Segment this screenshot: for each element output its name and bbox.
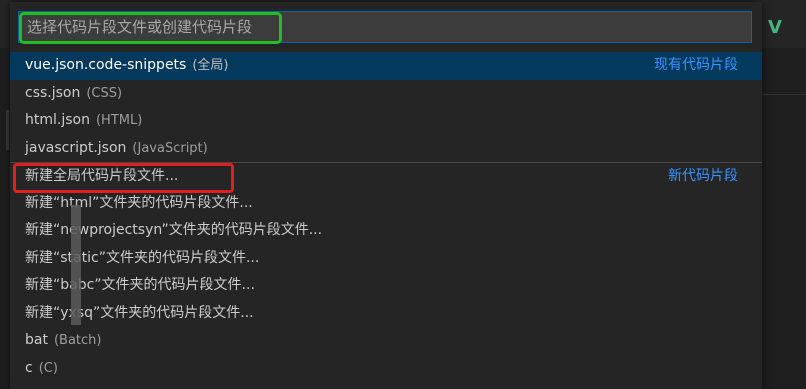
snippet-item-existing[interactable]: vue.json.code-snippets (全局) 现有代码片段 <box>10 52 762 80</box>
snippet-item-language[interactable]: bat (Batch) <box>10 327 762 355</box>
item-description: (Batch) <box>53 333 102 348</box>
vue-logo-icon: V <box>768 17 782 38</box>
snippet-item-new-folder[interactable]: 新建“babc”文件夹的代码片段文件... <box>10 272 762 300</box>
snippet-item-existing[interactable]: html.json (HTML) <box>10 107 762 135</box>
quick-pick-widget: vue.json.code-snippets (全局) 现有代码片段 css.js… <box>10 2 762 389</box>
quick-pick-input[interactable] <box>19 12 751 42</box>
item-label: 新建“yxsq”文件夹的代码片段文件... <box>25 304 254 321</box>
item-label: 新建“newprojectsyn”文件夹的代码片段文件... <box>25 222 323 238</box>
snippet-item-new-folder[interactable]: 新建“static”文件夹的代码片段文件... <box>10 245 762 273</box>
item-label: 新建“babc”文件夹的代码片段文件... <box>25 277 255 293</box>
snippet-item-existing[interactable]: css.json (CSS) <box>10 80 762 108</box>
list-scrollbar[interactable] <box>71 205 81 325</box>
snippet-item-new-folder[interactable]: 新建“yxsq”文件夹的代码片段文件... <box>10 300 762 328</box>
item-description: (JavaScript) <box>132 140 208 156</box>
item-label: javascript.json <box>25 139 127 156</box>
quick-pick-list: vue.json.code-snippets (全局) 现有代码片段 css.js… <box>10 52 762 382</box>
item-label: vue.json.code-snippets <box>25 57 187 73</box>
editor-divider <box>762 94 806 95</box>
item-label: bat <box>25 332 48 348</box>
group-label-existing: 现有代码片段 <box>654 57 738 73</box>
snippet-item-language[interactable]: c (C) <box>10 355 762 383</box>
snippet-item-new-folder[interactable]: 新建“newprojectsyn”文件夹的代码片段文件... <box>10 217 762 245</box>
item-description: (C) <box>38 360 58 376</box>
item-description: (CSS) <box>86 85 123 101</box>
item-label: 新建全局代码片段文件... <box>25 168 179 184</box>
item-label: html.json <box>25 112 90 128</box>
item-description: (全局) <box>192 58 229 73</box>
snippet-item-new-folder[interactable]: 新建“html”文件夹的代码片段文件... <box>10 190 762 218</box>
group-label-new: 新代码片段 <box>668 168 738 184</box>
snippet-item-new-global[interactable]: 新建全局代码片段文件... 新代码片段 <box>10 162 762 190</box>
quick-pick-input-box[interactable] <box>18 11 752 43</box>
editor-background <box>762 48 806 389</box>
item-label: css.json <box>25 84 81 101</box>
editor-gutter <box>6 110 9 150</box>
item-label: 新建“html”文件夹的代码片段文件... <box>25 194 253 211</box>
item-description: (HTML) <box>95 113 143 128</box>
snippet-item-existing[interactable]: javascript.json (JavaScript) <box>10 135 762 163</box>
item-label: 新建“static”文件夹的代码片段文件... <box>25 249 260 266</box>
item-label: c <box>25 359 33 376</box>
